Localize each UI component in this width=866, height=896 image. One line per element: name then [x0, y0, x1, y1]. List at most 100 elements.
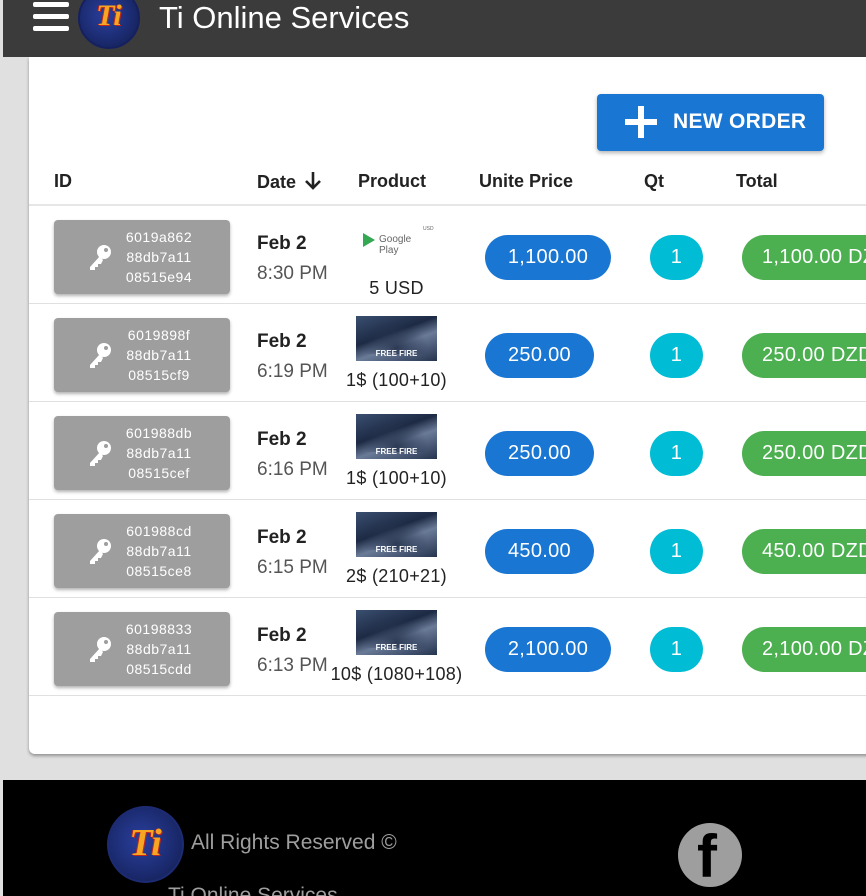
order-time: 8:30 PM [257, 263, 328, 284]
unit-price-badge: 250.00 [485, 333, 594, 378]
order-time: 6:15 PM [257, 557, 328, 578]
quantity-badge: 1 [650, 431, 703, 476]
quantity-badge: 1 [650, 235, 703, 280]
order-id-line: 88db7a11 [126, 249, 192, 265]
order-id-line: 60198833 [125, 621, 193, 637]
order-id-line: 601988cd [126, 523, 192, 539]
app-title: Ti Online Services [159, 0, 410, 35]
order-id-line: 6019898f [127, 327, 191, 343]
app-logo[interactable]: Ti [78, 0, 140, 49]
total-badge: 2,100.00 DZD [742, 627, 866, 672]
free-fire-image: FREE FIRE [356, 316, 437, 361]
top-app-bar: Ti Ti Online Services [3, 0, 866, 57]
hamburger-menu-icon[interactable] [33, 2, 69, 32]
orders-card: NEW ORDER ID Date Product Unite Price Qt… [29, 57, 866, 754]
key-icon [90, 539, 111, 564]
free-fire-image-text: FREE FIRE [375, 447, 418, 456]
order-date: Feb 2 [257, 625, 307, 646]
total-badge: 250.00 DZD [742, 431, 866, 476]
free-fire-image: FREE FIRE [356, 414, 437, 459]
product-name: 1$ (100+10) [346, 468, 447, 488]
copyright-text: All Rights Reserved © [191, 831, 397, 854]
arrow-down-icon [305, 172, 321, 190]
order-time: 6:16 PM [257, 459, 328, 480]
order-date: Feb 2 [257, 429, 307, 450]
order-id-button[interactable]: 6019a862 88db7a11 08515e94 [54, 220, 230, 294]
column-header-qty[interactable]: Qt [644, 171, 664, 192]
total-badge: 250.00 DZD [742, 333, 866, 378]
order-id-text: 601988cd 88db7a11 08515ce8 [114, 521, 204, 581]
unit-price-badge: 1,100.00 [485, 235, 611, 280]
order-id-line: 08515cdd [126, 661, 192, 677]
order-date: Feb 2 [257, 527, 307, 548]
unit-price-badge: 2,100.00 [485, 627, 611, 672]
order-id-line: 88db7a11 [126, 445, 192, 461]
free-fire-image-text: FREE FIRE [375, 545, 418, 554]
order-id-line: 6019a862 [125, 229, 193, 245]
quantity-badge: 1 [650, 333, 703, 378]
order-id-text: 6019898f 88db7a11 08515cf9 [114, 325, 204, 385]
footer: Ti All Rights Reserved © Ti Online Servi… [3, 780, 866, 896]
unit-price-badge: 450.00 [485, 529, 594, 574]
column-header-unit-price[interactable]: Unite Price [479, 171, 573, 192]
google-play-icon [363, 233, 375, 247]
key-icon [90, 637, 111, 662]
order-id-line: 08515ce8 [126, 563, 192, 579]
footer-logo: Ti [107, 806, 184, 883]
order-id-line: 601988db [125, 425, 193, 441]
column-header-product[interactable]: Product [358, 171, 426, 192]
order-id-line: 08515cf9 [128, 367, 190, 383]
order-date: Feb 2 [257, 331, 307, 352]
google-play-text: Google Play [379, 234, 412, 256]
column-header-id[interactable]: ID [54, 171, 72, 192]
product-name: 10$ (1080+108) [330, 664, 463, 684]
order-id-text: 601988db 88db7a11 08515cef [114, 423, 204, 483]
total-badge: 450.00 DZD [742, 529, 866, 574]
google-play-badge: USD [423, 226, 434, 232]
order-id-button[interactable]: 601988db 88db7a11 08515cef [54, 416, 230, 490]
order-id-line: 88db7a11 [126, 641, 192, 657]
order-time: 6:13 PM [257, 655, 328, 676]
order-id-line: 08515cef [128, 465, 190, 481]
column-header-date[interactable]: Date [257, 171, 322, 193]
product-name: 1$ (100+10) [346, 370, 447, 390]
table-row: 60198833 88db7a11 08515cdd Feb 2 6:13 PM… [29, 598, 866, 696]
order-date: Feb 2 [257, 233, 307, 254]
order-id-text: 6019a862 88db7a11 08515e94 [114, 227, 204, 287]
product-name: 5 USD [369, 278, 424, 298]
order-id-button[interactable]: 601988cd 88db7a11 08515ce8 [54, 514, 230, 588]
quantity-badge: 1 [650, 529, 703, 574]
order-id-text: 60198833 88db7a11 08515cdd [114, 619, 204, 679]
free-fire-image: FREE FIRE [356, 512, 437, 557]
table-row: 6019898f 88db7a11 08515cf9 Feb 2 6:19 PM… [29, 304, 866, 402]
plus-icon [625, 106, 657, 138]
product-name: 2$ (210+21) [346, 566, 447, 586]
total-badge: 1,100.00 DZD [742, 235, 866, 280]
key-icon [90, 441, 111, 466]
free-fire-image-text: FREE FIRE [375, 349, 418, 358]
order-id-line: 88db7a11 [126, 543, 192, 559]
table-row: 601988db 88db7a11 08515cef Feb 2 6:16 PM… [29, 402, 866, 500]
order-id-line: 08515e94 [125, 269, 193, 285]
footer-company-name: Ti Online Services [168, 884, 338, 896]
order-id-button[interactable]: 6019898f 88db7a11 08515cf9 [54, 318, 230, 392]
new-order-label: NEW ORDER [673, 110, 807, 133]
key-icon [90, 245, 111, 270]
new-order-button[interactable]: NEW ORDER [597, 94, 824, 151]
google-play-logo: Google Play USD [363, 226, 434, 256]
order-id-line: 88db7a11 [126, 347, 192, 363]
table-row: 6019a862 88db7a11 08515e94 Feb 2 8:30 PM… [29, 206, 866, 304]
column-header-date-label: Date [257, 172, 297, 192]
table-row: 601988cd 88db7a11 08515ce8 Feb 2 6:15 PM… [29, 500, 866, 598]
free-fire-image-text: FREE FIRE [375, 643, 418, 652]
quantity-badge: 1 [650, 627, 703, 672]
footer-logo-text: Ti [129, 822, 162, 864]
column-header-total[interactable]: Total [736, 171, 778, 192]
key-icon [90, 343, 111, 368]
free-fire-image: FREE FIRE [356, 610, 437, 655]
order-id-button[interactable]: 60198833 88db7a11 08515cdd [54, 612, 230, 686]
facebook-icon[interactable]: f [678, 823, 742, 887]
order-time: 6:19 PM [257, 361, 328, 382]
unit-price-badge: 250.00 [485, 431, 594, 476]
logo-text: Ti [96, 0, 122, 32]
